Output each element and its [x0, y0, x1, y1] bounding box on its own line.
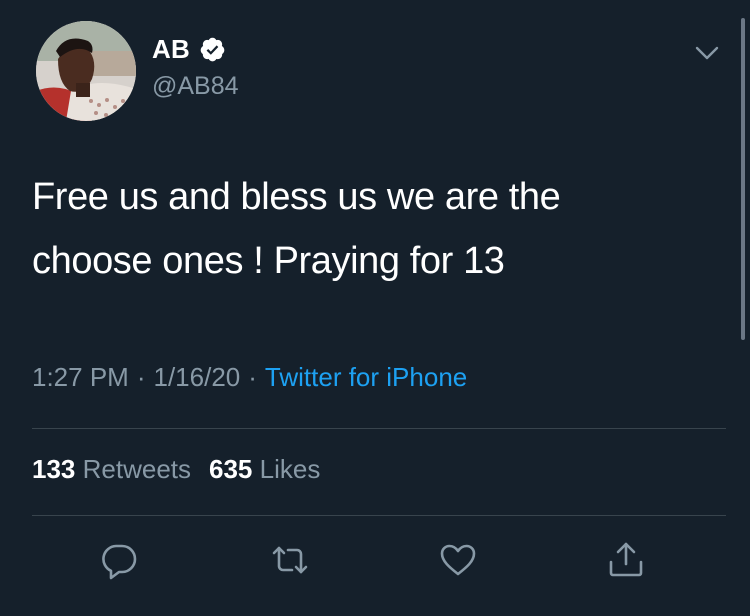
- tweet-text-line: choose ones ! Praying for 13: [32, 240, 505, 282]
- retweets-count: 133: [32, 454, 76, 484]
- tweet-text: Free us and bless us we are the choose o…: [32, 165, 712, 293]
- reply-icon: [102, 544, 137, 580]
- tweet-time: 1:27 PM: [32, 362, 129, 392]
- retweet-button[interactable]: [268, 538, 312, 582]
- tweet-date: 1/16/20: [153, 362, 241, 392]
- chevron-down-icon[interactable]: [694, 40, 720, 66]
- tweet-source-link[interactable]: Twitter for iPhone: [265, 362, 467, 392]
- likes-count: 635: [209, 454, 253, 484]
- verified-badge-icon: [199, 36, 226, 63]
- meta-separator: ·: [136, 362, 146, 392]
- tweet-actions: [0, 538, 750, 582]
- author-handle[interactable]: @AB84: [152, 72, 239, 101]
- share-button[interactable]: [604, 538, 648, 582]
- display-name[interactable]: AB: [152, 34, 190, 65]
- author-name-row[interactable]: AB: [152, 34, 226, 64]
- retweets-label: Retweets: [82, 454, 192, 484]
- tweet-text-line: Free us and bless us we are the: [32, 176, 561, 218]
- likes-stat[interactable]: 635 Likes: [209, 454, 320, 484]
- like-button[interactable]: [436, 538, 480, 582]
- heart-icon: [440, 544, 476, 576]
- retweet-icon: [272, 546, 308, 574]
- divider: [32, 428, 726, 429]
- divider: [32, 515, 726, 516]
- reply-button[interactable]: [97, 538, 141, 582]
- scrollbar[interactable]: [741, 18, 745, 340]
- tweet-detail: AB @AB84 Free us and bless us we are the…: [0, 0, 750, 616]
- avatar[interactable]: [36, 21, 136, 121]
- share-icon: [609, 542, 643, 577]
- retweets-stat[interactable]: 133 Retweets: [32, 454, 191, 484]
- likes-label: Likes: [259, 454, 321, 484]
- tweet-stats: 133 Retweets 635 Likes: [32, 454, 320, 485]
- tweet-meta: 1:27 PM · 1/16/20 · Twitter for iPhone: [32, 362, 467, 393]
- avatar-image: [36, 21, 136, 121]
- meta-separator: ·: [248, 362, 257, 392]
